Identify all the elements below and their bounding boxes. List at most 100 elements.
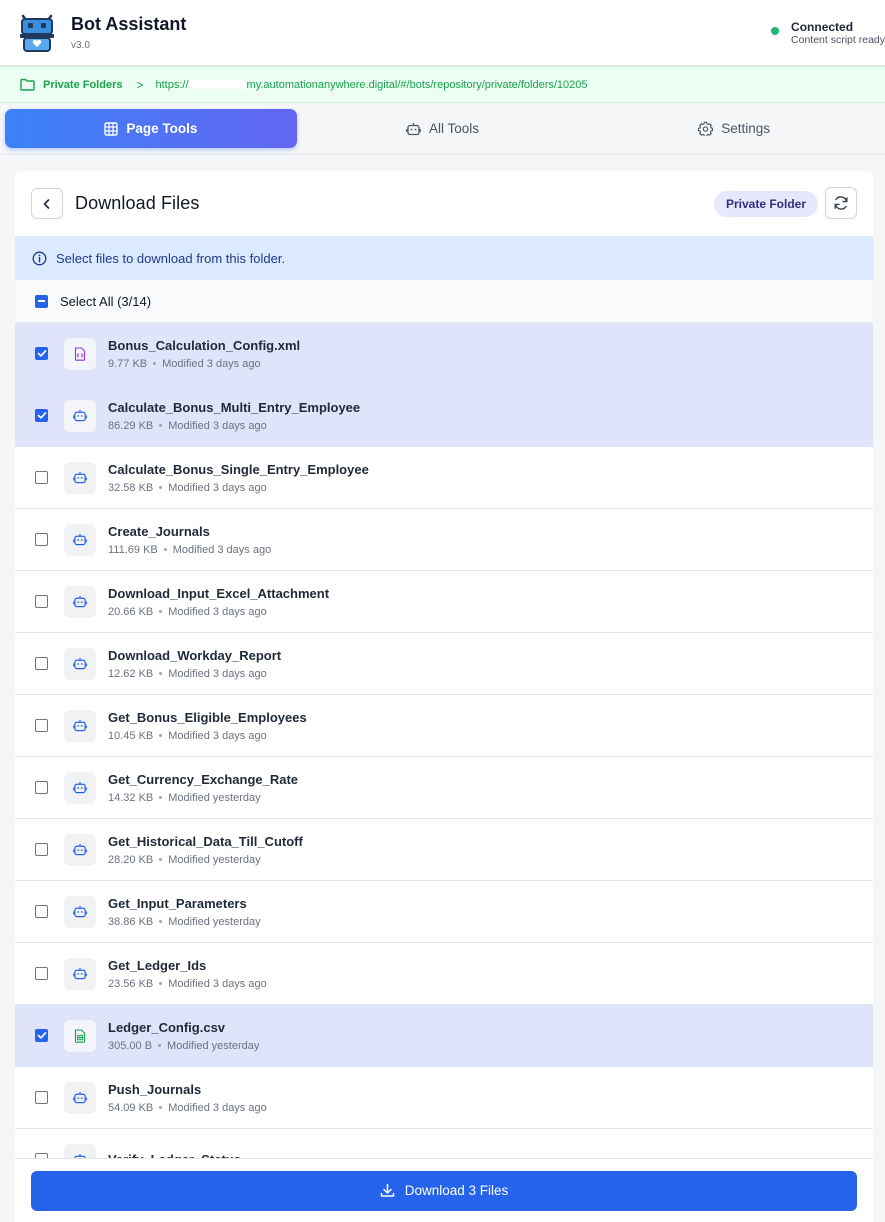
file-checkbox[interactable] bbox=[35, 1029, 48, 1042]
file-row[interactable]: Calculate_Bonus_Single_Entry_Employee 32.… bbox=[15, 447, 873, 509]
file-checkbox[interactable] bbox=[35, 409, 48, 422]
robot-icon bbox=[64, 771, 96, 804]
file-name: Download_Workday_Report bbox=[108, 647, 282, 663]
back-button[interactable] bbox=[31, 188, 63, 219]
file-checkbox[interactable] bbox=[35, 781, 48, 794]
app-version: v3.0 bbox=[71, 40, 90, 51]
gear-icon bbox=[698, 121, 714, 136]
file-checkbox[interactable] bbox=[35, 1091, 48, 1104]
select-all-checkbox[interactable] bbox=[35, 294, 48, 308]
breadcrumb-url-start: https:// bbox=[155, 78, 189, 91]
file-meta: 10.45 KB Modified 3 days ago bbox=[108, 730, 307, 742]
file-row[interactable]: Create_Journals 111.69 KB Modified 3 days … bbox=[15, 509, 873, 571]
spreadsheet-file-icon bbox=[64, 1019, 96, 1052]
connection-status: Connected Content script ready bbox=[771, 20, 885, 47]
file-meta: 32.58 KB Modified 3 days ago bbox=[108, 482, 369, 494]
dot-separator bbox=[158, 1044, 162, 1048]
file-checkbox[interactable] bbox=[35, 719, 48, 732]
select-all-row[interactable]: Select All (3/14) bbox=[15, 280, 873, 323]
file-checkbox[interactable] bbox=[35, 657, 48, 670]
dot-separator bbox=[159, 672, 163, 676]
dot-separator bbox=[159, 424, 163, 428]
file-meta: 14.32 KB Modified yesterday bbox=[108, 792, 298, 804]
dot-separator bbox=[159, 920, 163, 924]
download-files-button[interactable]: Download 3 Files bbox=[31, 1170, 857, 1211]
file-row[interactable]: Ledger_Config.csv 305.00 B Modified yester… bbox=[15, 1005, 873, 1067]
file-modified: Modified 3 days ago bbox=[168, 977, 267, 990]
tab-page-tools[interactable]: Page Tools bbox=[5, 109, 297, 148]
file-name: Get_Currency_Exchange_Rate bbox=[108, 771, 299, 787]
file-row[interactable]: Get_Ledger_Ids 23.56 KB Modified 3 days ag… bbox=[15, 943, 873, 1005]
file-row[interactable]: Download_Input_Excel_Attachment 20.66 KB M… bbox=[15, 571, 873, 633]
file-info: Get_Currency_Exchange_Rate 14.32 KB Modifi… bbox=[108, 772, 298, 804]
file-checkbox[interactable] bbox=[35, 471, 48, 484]
file-modified: Modified 3 days ago bbox=[168, 419, 267, 432]
file-row[interactable]: Push_Journals 54.09 KB Modified 3 days ago bbox=[15, 1067, 873, 1129]
file-meta: 20.66 KB Modified 3 days ago bbox=[108, 606, 329, 618]
robot-icon bbox=[64, 957, 96, 990]
file-info: Download_Workday_Report 12.62 KB Modified … bbox=[108, 648, 281, 680]
dot-separator bbox=[159, 486, 163, 490]
file-size: 28.20 KB bbox=[108, 853, 154, 866]
file-name: Download_Input_Excel_Attachment bbox=[108, 585, 330, 601]
file-name: Push_Journals bbox=[108, 1081, 202, 1097]
breadcrumb-url-end: my.automationanywhere.digital/#/bots/rep… bbox=[246, 78, 588, 91]
private-folder-badge: Private Folder bbox=[713, 191, 818, 217]
file-info: Get_Input_Parameters 38.86 KB Modified yes… bbox=[108, 896, 261, 928]
file-checkbox[interactable] bbox=[35, 347, 48, 360]
file-checkbox[interactable] bbox=[35, 905, 48, 918]
panel-title: Download Files bbox=[75, 193, 200, 213]
file-info: Push_Journals 54.09 KB Modified 3 days ago bbox=[108, 1082, 267, 1114]
file-checkbox[interactable] bbox=[35, 843, 48, 856]
file-meta: 111.69 KB Modified 3 days ago bbox=[108, 544, 271, 556]
file-row[interactable]: Calculate_Bonus_Multi_Entry_Employee 86.2… bbox=[15, 385, 873, 447]
file-info: Get_Historical_Data_Till_Cutoff 28.20 KB M… bbox=[108, 834, 303, 866]
dot-separator bbox=[159, 610, 163, 614]
file-modified: Modified 3 days ago bbox=[168, 1101, 267, 1114]
file-size: 32.58 KB bbox=[108, 481, 154, 494]
file-row[interactable]: Get_Input_Parameters 38.86 KB Modified yes… bbox=[15, 881, 873, 943]
file-modified: Modified 3 days ago bbox=[162, 357, 261, 370]
file-name: Get_Ledger_Ids bbox=[108, 957, 207, 973]
file-row[interactable]: Get_Bonus_Eligible_Employees 10.45 KB Modi… bbox=[15, 695, 873, 757]
status-title: Connected bbox=[791, 20, 854, 34]
file-row[interactable]: Get_Currency_Exchange_Rate 14.32 KB Modifi… bbox=[15, 757, 873, 819]
file-modified: Modified 3 days ago bbox=[168, 667, 267, 680]
robot-icon bbox=[64, 461, 96, 494]
file-row[interactable]: Get_Historical_Data_Till_Cutoff 28.20 KB M… bbox=[15, 819, 873, 881]
breadcrumb-separator: > bbox=[136, 77, 144, 92]
robot-icon bbox=[64, 709, 96, 742]
file-modified: Modified 3 days ago bbox=[168, 605, 267, 618]
file-size: 38.86 KB bbox=[108, 915, 154, 928]
file-meta: 12.62 KB Modified 3 days ago bbox=[108, 668, 281, 680]
file-checkbox[interactable] bbox=[35, 967, 48, 980]
file-name: Ledger_Config.csv bbox=[108, 1019, 226, 1035]
tab-label: Settings bbox=[721, 121, 771, 136]
checkmark-icon bbox=[37, 350, 46, 357]
tab-all-tools[interactable]: All Tools bbox=[297, 109, 589, 148]
file-name: Get_Bonus_Eligible_Employees bbox=[108, 709, 307, 725]
refresh-button[interactable] bbox=[825, 187, 857, 219]
file-checkbox[interactable] bbox=[35, 595, 48, 608]
file-meta: 54.09 KB Modified 3 days ago bbox=[108, 1102, 267, 1114]
robot-icon bbox=[64, 647, 96, 680]
dot-separator bbox=[163, 548, 167, 552]
file-checkbox[interactable] bbox=[35, 533, 48, 546]
file-size: 12.62 KB bbox=[108, 667, 154, 680]
breadcrumb: Private Folders > https:// my.automationa… bbox=[0, 66, 885, 103]
file-size: 20.66 KB bbox=[108, 605, 154, 618]
panel-header: Download Files Private Folder bbox=[15, 171, 873, 236]
file-row[interactable]: Download_Workday_Report 12.62 KB Modified … bbox=[15, 633, 873, 695]
tab-settings[interactable]: Settings bbox=[588, 109, 880, 148]
dot-separator bbox=[159, 858, 163, 862]
file-info: Create_Journals 111.69 KB Modified 3 days … bbox=[108, 524, 271, 556]
file-info: Ledger_Config.csv 305.00 B Modified yester… bbox=[108, 1020, 259, 1052]
file-name: Calculate_Bonus_Single_Entry_Employee bbox=[108, 461, 369, 477]
file-row[interactable]: Bonus_Calculation_Config.xml 9.77 KB Modif… bbox=[15, 323, 873, 385]
status-subtitle: Content script ready bbox=[791, 34, 885, 46]
file-modified: Modified yesterday bbox=[167, 1039, 260, 1052]
file-info: Calculate_Bonus_Single_Entry_Employee 32.… bbox=[108, 462, 369, 494]
file-list: Bonus_Calculation_Config.xml 9.77 KB Modif… bbox=[15, 323, 873, 1191]
breadcrumb-private-folders[interactable]: Private Folders bbox=[43, 79, 122, 91]
app-title: Bot Assistant bbox=[71, 14, 187, 34]
